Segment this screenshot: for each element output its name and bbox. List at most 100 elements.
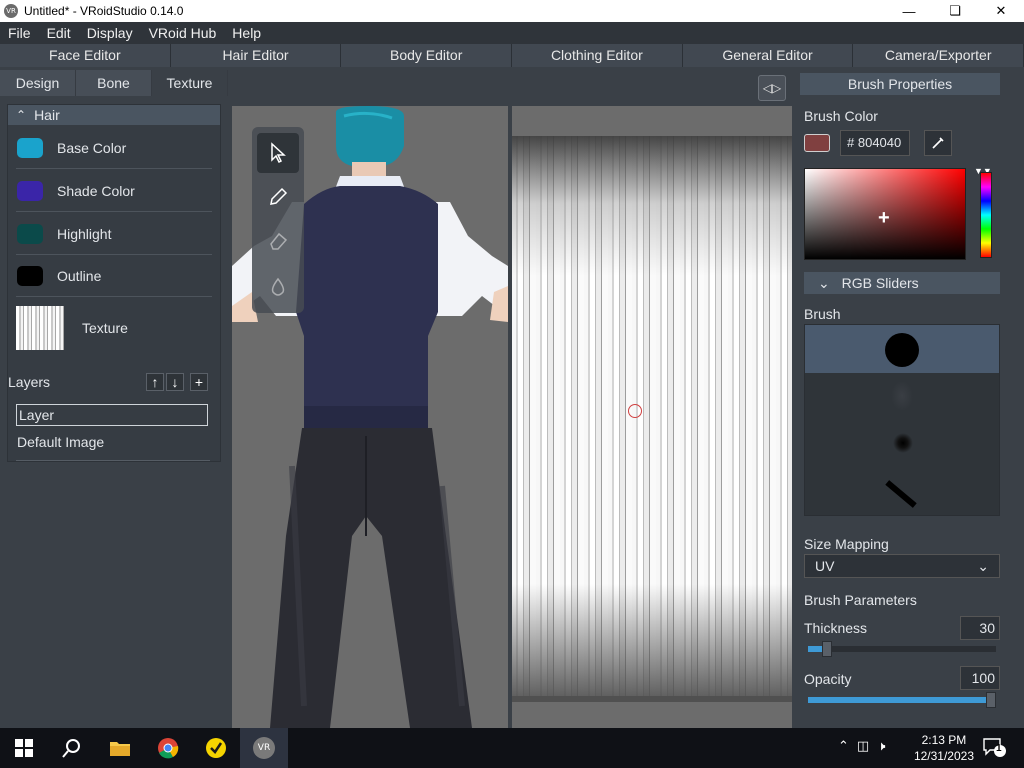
system-tray: ⌃ ◫ 🕨 — [838, 738, 885, 754]
tab-clothing-editor[interactable]: Clothing Editor — [512, 44, 683, 67]
eraser-tool-icon[interactable] — [257, 221, 299, 261]
menu-vroid-hub[interactable]: VRoid Hub — [141, 25, 225, 41]
menu-help[interactable]: Help — [224, 25, 269, 41]
window-title: Untitled* - VRoidStudio 0.14.0 — [24, 4, 184, 18]
clock-time: 2:13 PM — [921, 733, 967, 747]
opacity-slider[interactable] — [808, 692, 996, 708]
brush-color-swatch[interactable] — [804, 134, 830, 152]
texture-canvas[interactable] — [512, 106, 792, 728]
norton-icon[interactable] — [192, 728, 240, 768]
chevron-up-icon[interactable]: ⌃ — [838, 738, 849, 754]
brush-color-label: Brush Color — [804, 108, 878, 124]
volume-muted-icon[interactable]: 🕨 — [877, 738, 885, 754]
flat-brush-icon[interactable] — [885, 480, 917, 508]
shade-color-row[interactable]: Shade Color — [16, 170, 212, 212]
menu-edit[interactable]: Edit — [39, 25, 79, 41]
fill-tool-icon[interactable] — [257, 267, 299, 307]
layers-row: Layers ↑ ↓ + — [8, 372, 208, 392]
windows-taskbar: VR ⌃ ◫ 🕨 2:13 PM 12/31/2023 1 — [0, 728, 1024, 768]
layer-divider — [16, 460, 210, 461]
soft-brush-icon[interactable] — [891, 381, 913, 411]
eyedropper-icon[interactable] — [924, 130, 952, 156]
shade-color-swatch — [17, 180, 43, 201]
hair-section-label: Hair — [34, 107, 60, 123]
tab-bone[interactable]: Bone — [76, 70, 152, 96]
taskbar-clock[interactable]: 2:13 PM 12/31/2023 — [914, 732, 974, 764]
rgb-sliders-toggle[interactable]: ⌄ RGB Sliders — [804, 272, 1000, 294]
title-bar: VR Untitled* - VRoidStudio 0.14.0 — ❏ ✕ — [0, 0, 1024, 22]
opacity-slider-handle[interactable] — [986, 692, 996, 708]
windows-start-icon[interactable] — [0, 728, 48, 768]
brush-label: Brush — [804, 306, 841, 322]
texture-label: Texture — [82, 320, 128, 336]
file-explorer-icon[interactable] — [96, 728, 144, 768]
chevron-down-icon: ⌄ — [977, 558, 989, 574]
move-layer-down-icon[interactable]: ↓ — [166, 373, 184, 391]
select-tool-icon[interactable] — [257, 133, 299, 173]
outline-row[interactable]: Outline — [16, 255, 212, 297]
vroid-icon: VR — [253, 737, 275, 759]
base-color-swatch — [17, 137, 43, 158]
tab-camera-exporter[interactable]: Camera/Exporter — [853, 44, 1024, 67]
round-brush-icon — [885, 333, 919, 367]
highlight-label: Highlight — [57, 225, 112, 242]
left-panel: Design Bone Texture ⌃ Hair Base Color Sh… — [0, 70, 228, 728]
outline-label: Outline — [57, 267, 102, 284]
chevron-down-icon: ⌄ — [818, 275, 830, 291]
brush-list — [804, 324, 1000, 516]
tab-texture[interactable]: Texture — [152, 70, 228, 96]
spray-brush-icon[interactable] — [893, 433, 913, 453]
highlight-row[interactable]: Highlight — [16, 213, 212, 255]
mirror-icon: ◁▷ — [762, 81, 782, 95]
texture-row[interactable]: Texture — [16, 301, 212, 355]
tab-hair-editor[interactable]: Hair Editor — [170, 44, 342, 67]
left-tabs: Design Bone Texture — [0, 70, 228, 96]
thickness-slider-handle[interactable] — [821, 641, 832, 657]
opacity-slider-fill — [808, 697, 996, 703]
brush-item-round-selected[interactable] — [805, 325, 999, 373]
base-color-row[interactable]: Base Color — [16, 127, 212, 169]
hair-section-header[interactable]: ⌃ Hair — [8, 105, 220, 125]
chrome-icon[interactable] — [144, 728, 192, 768]
network-icon[interactable]: ◫ — [857, 738, 869, 754]
vroid-studio-taskbar-icon[interactable]: VR — [240, 728, 288, 768]
thickness-value-field[interactable]: 30 — [960, 616, 1000, 640]
maximize-button[interactable]: ❏ — [932, 0, 978, 22]
highlight-swatch — [17, 223, 43, 244]
size-mapping-value: UV — [815, 558, 835, 574]
menu-file[interactable]: File — [0, 25, 39, 41]
move-layer-up-icon[interactable]: ↑ — [146, 373, 164, 391]
brush-parameters-label: Brush Parameters — [804, 592, 917, 608]
size-mapping-dropdown[interactable]: UV ⌄ — [804, 554, 1000, 578]
layer-name-field[interactable]: Layer — [16, 404, 208, 426]
minimize-button[interactable]: — — [886, 0, 932, 22]
mirror-toggle-button[interactable]: ◁▷ — [758, 75, 786, 101]
hair-texture-image — [512, 136, 792, 696]
vroid-app-icon: VR — [4, 4, 18, 18]
default-image-layer[interactable]: Default Image — [17, 434, 104, 450]
notification-center-icon[interactable]: 1 — [982, 736, 1006, 758]
brush-cursor — [628, 404, 642, 418]
search-icon[interactable] — [48, 728, 96, 768]
menu-display[interactable]: Display — [79, 25, 141, 41]
tab-face-editor[interactable]: Face Editor — [0, 44, 171, 67]
tab-body-editor[interactable]: Body Editor — [341, 44, 513, 67]
editor-tabs: Face Editor Hair Editor Body Editor Clot… — [0, 44, 1024, 67]
brush-properties-title: Brush Properties — [800, 73, 1000, 95]
opacity-value-field[interactable]: 100 — [960, 666, 1000, 690]
thickness-slider[interactable] — [808, 641, 996, 657]
opacity-label: Opacity — [804, 671, 852, 687]
hex-prefix: # — [847, 135, 855, 150]
chevron-up-icon: ⌃ — [16, 108, 27, 122]
hex-color-field[interactable]: # 804040 — [840, 130, 910, 156]
add-layer-icon[interactable]: + — [190, 373, 208, 391]
texture-thumbnail — [16, 306, 64, 350]
hue-slider[interactable] — [980, 172, 992, 258]
size-mapping-label: Size Mapping — [804, 536, 889, 552]
close-button[interactable]: ✕ — [978, 0, 1024, 22]
tab-design[interactable]: Design — [0, 70, 76, 96]
thickness-label: Thickness — [804, 620, 868, 636]
tab-general-editor[interactable]: General Editor — [682, 44, 854, 67]
layers-label: Layers — [8, 374, 51, 390]
pen-tool-icon[interactable] — [257, 177, 299, 217]
